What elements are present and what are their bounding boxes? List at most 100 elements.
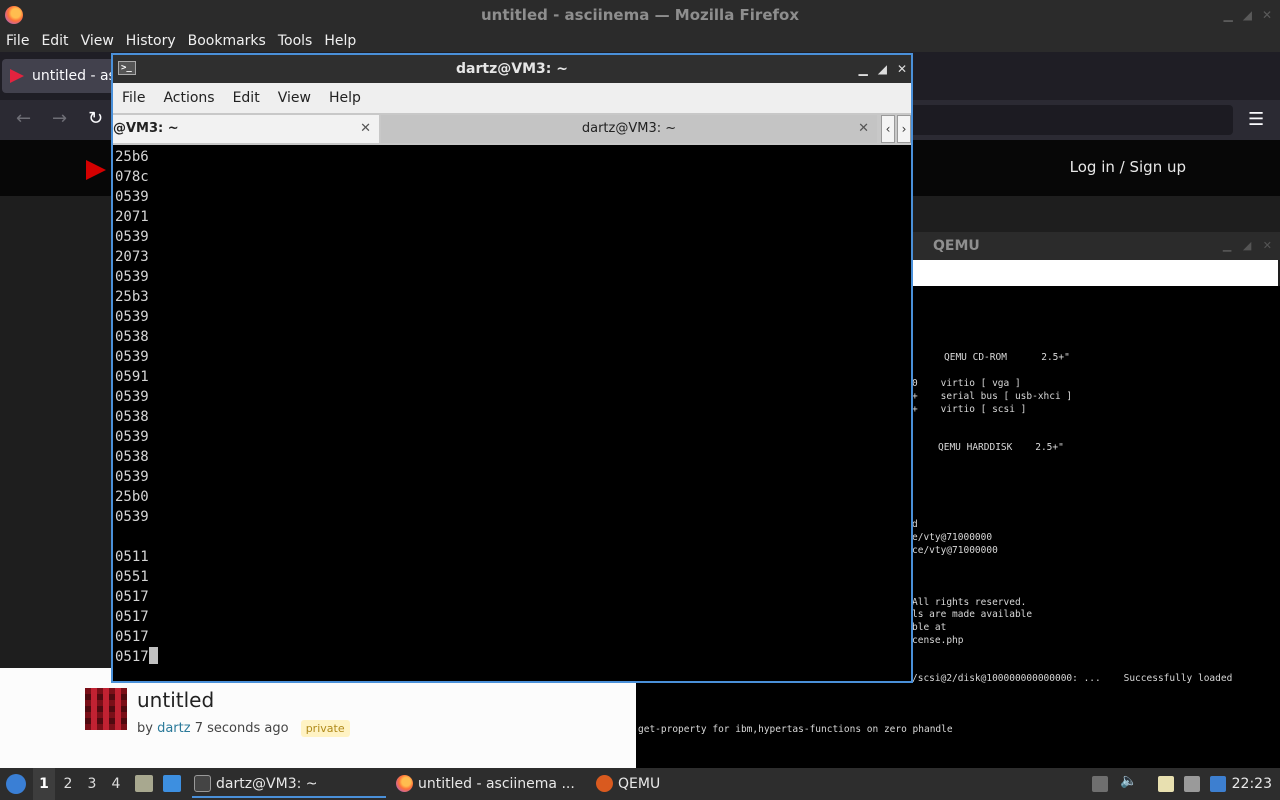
menu-view[interactable]: View <box>75 30 120 52</box>
by-label: by <box>137 721 153 736</box>
terminal-titlebar[interactable]: >_ dartz@VM3: ~ ▁ ◢ ✕ <box>113 55 911 83</box>
task-qemu[interactable]: QEMU <box>594 770 694 798</box>
qemu-line: cense.php <box>912 635 964 646</box>
qemu-line: e/vty@71000000 <box>912 532 993 543</box>
terminal-menubar: File Actions Edit View Help <box>113 83 911 113</box>
browser-tab-label: untitled - as <box>32 68 116 84</box>
terminal-tabbar: @VM3: ~ ✕ dartz@VM3: ~ ✕ ‹ › <box>113 113 911 145</box>
terminal-window[interactable]: >_ dartz@VM3: ~ ▁ ◢ ✕ File Actions Edit … <box>111 53 913 683</box>
qemu-window-controls: ▁ ◢ ✕ <box>1223 232 1272 260</box>
file-manager-icon[interactable] <box>135 775 153 792</box>
task-label: QEMU <box>618 776 661 792</box>
recording-meta: by dartz 7 seconds ago private <box>137 720 350 737</box>
start-menu-icon[interactable] <box>6 774 26 794</box>
terminal-icon <box>194 775 211 792</box>
menu-actions[interactable]: Actions <box>154 90 223 106</box>
menu-edit[interactable]: Edit <box>224 90 269 106</box>
menu-view[interactable]: View <box>269 90 320 106</box>
asciinema-favicon-icon <box>10 69 24 83</box>
task-label: dartz@VM3: ~ <box>216 776 318 792</box>
task-firefox[interactable]: untitled - asciinema ... <box>394 770 586 798</box>
tray-updates-icon[interactable] <box>1092 776 1108 792</box>
clipboard-icon[interactable] <box>1158 776 1174 792</box>
taskbar: 1 2 3 4 dartz@VM3: ~ untitled - asciinem… <box>0 768 1280 800</box>
maximize-icon[interactable]: ◢ <box>1243 0 1252 30</box>
close-icon[interactable]: ✕ <box>1263 239 1272 252</box>
terminal-tab-label: @VM3: ~ <box>113 121 179 136</box>
terminal-line: 2073 <box>115 249 149 265</box>
qemu-line: /scsi@2/disk@100000000000000: ... Succes… <box>912 673 1233 684</box>
firefox-menubar: File Edit View History Bookmarks Tools H… <box>0 30 1280 52</box>
qemu-line: 0 virtio [ vga ] <box>912 378 1021 389</box>
menu-bookmarks[interactable]: Bookmarks <box>182 30 272 52</box>
url-bar[interactable] <box>908 105 1233 135</box>
workspace-3[interactable]: 3 <box>81 768 103 800</box>
terminal-tab-1[interactable]: @VM3: ~ ✕ <box>113 115 379 143</box>
author-link[interactable]: dartz <box>157 721 190 736</box>
tab-close-icon[interactable]: ✕ <box>360 115 371 143</box>
terminal-tab-label: dartz@VM3: ~ <box>581 121 677 136</box>
terminal-line: 0538 <box>115 409 149 425</box>
recording-info: untitled by dartz 7 seconds ago private <box>0 668 636 768</box>
menu-help[interactable]: Help <box>320 90 370 106</box>
forward-arrow-icon[interactable]: → <box>52 108 67 129</box>
time-ago: 7 seconds ago <box>194 721 289 736</box>
minimize-icon[interactable]: ▁ <box>1223 239 1231 252</box>
maximize-icon[interactable]: ◢ <box>878 55 887 83</box>
menu-tools[interactable]: Tools <box>272 30 319 52</box>
firefox-titlebar: untitled - asciinema — Mozilla Firefox ▁… <box>0 0 1280 30</box>
workspace-2[interactable]: 2 <box>57 768 79 800</box>
menu-history[interactable]: History <box>120 30 182 52</box>
private-badge: private <box>300 720 350 737</box>
terminal-cursor <box>148 647 158 664</box>
qemu-menubar <box>913 260 1278 286</box>
qemu-line: QEMU HARDDISK 2.5+" <box>938 442 1064 453</box>
minimize-icon[interactable]: ▁ <box>858 55 867 83</box>
terminal-line: 0517 <box>115 589 149 605</box>
close-icon[interactable]: ✕ <box>1262 0 1272 30</box>
terminal-tab-2[interactable]: dartz@VM3: ~ ✕ <box>381 115 877 143</box>
avatar[interactable] <box>85 688 127 730</box>
qemu-line: All rights reserved. <box>912 597 1027 608</box>
login-signup-link[interactable]: Log in / Sign up <box>1070 158 1186 176</box>
terminal-line: 0517 <box>115 629 149 645</box>
reload-icon[interactable]: ↻ <box>88 108 103 129</box>
terminal-line: 25b3 <box>115 289 149 305</box>
terminal-icon: >_ <box>118 61 136 75</box>
qemu-line: get-property for ibm,hypertas-functions … <box>638 724 953 735</box>
terminal-output[interactable]: 25b6 078c 0539 2071 0539 2073 0539 25b3 0539 0538… <box>113 147 911 681</box>
back-arrow-icon[interactable]: ← <box>16 108 31 129</box>
show-desktop-icon[interactable] <box>163 775 181 792</box>
terminal-line: 0539 <box>115 269 149 285</box>
volume-icon[interactable]: 🔈 <box>1120 773 1137 789</box>
terminal-line: 0539 <box>115 349 149 365</box>
terminal-window-controls: ▁ ◢ ✕ <box>858 55 907 83</box>
menu-file[interactable]: File <box>113 90 154 106</box>
asciinema-logo-icon[interactable] <box>86 160 106 180</box>
menu-help[interactable]: Help <box>318 30 362 52</box>
menu-file[interactable]: File <box>0 30 35 52</box>
task-terminal[interactable]: dartz@VM3: ~ <box>192 770 386 798</box>
qemu-line: ble at <box>912 622 947 633</box>
tab-scroll-right-icon[interactable]: › <box>897 115 911 143</box>
firefox-logo-icon <box>5 6 23 24</box>
hamburger-menu-icon[interactable]: ☰ <box>1248 109 1264 130</box>
firefox-icon <box>396 775 413 792</box>
minimize-icon[interactable]: ▁ <box>1223 0 1232 30</box>
workspace-1[interactable]: 1 <box>33 768 55 800</box>
maximize-icon[interactable]: ◢ <box>1243 239 1251 252</box>
tab-close-icon[interactable]: ✕ <box>858 115 869 143</box>
notification-icon[interactable] <box>1210 776 1226 792</box>
terminal-line: 25b6 <box>115 149 149 165</box>
close-icon[interactable]: ✕ <box>897 55 907 83</box>
menu-edit[interactable]: Edit <box>35 30 74 52</box>
terminal-window-title: dartz@VM3: ~ <box>456 61 568 77</box>
terminal-line: 0539 <box>115 509 149 525</box>
tab-scroll-left-icon[interactable]: ‹ <box>881 115 895 143</box>
terminal-lines: 25b6 078c 0539 2071 0539 2073 0539 25b3 0539 0538… <box>115 147 158 667</box>
workspace-4[interactable]: 4 <box>105 768 127 800</box>
terminal-line: 0539 <box>115 189 149 205</box>
qemu-line: + serial bus [ usb-xhci ] <box>912 391 1073 402</box>
display-icon[interactable] <box>1184 776 1200 792</box>
